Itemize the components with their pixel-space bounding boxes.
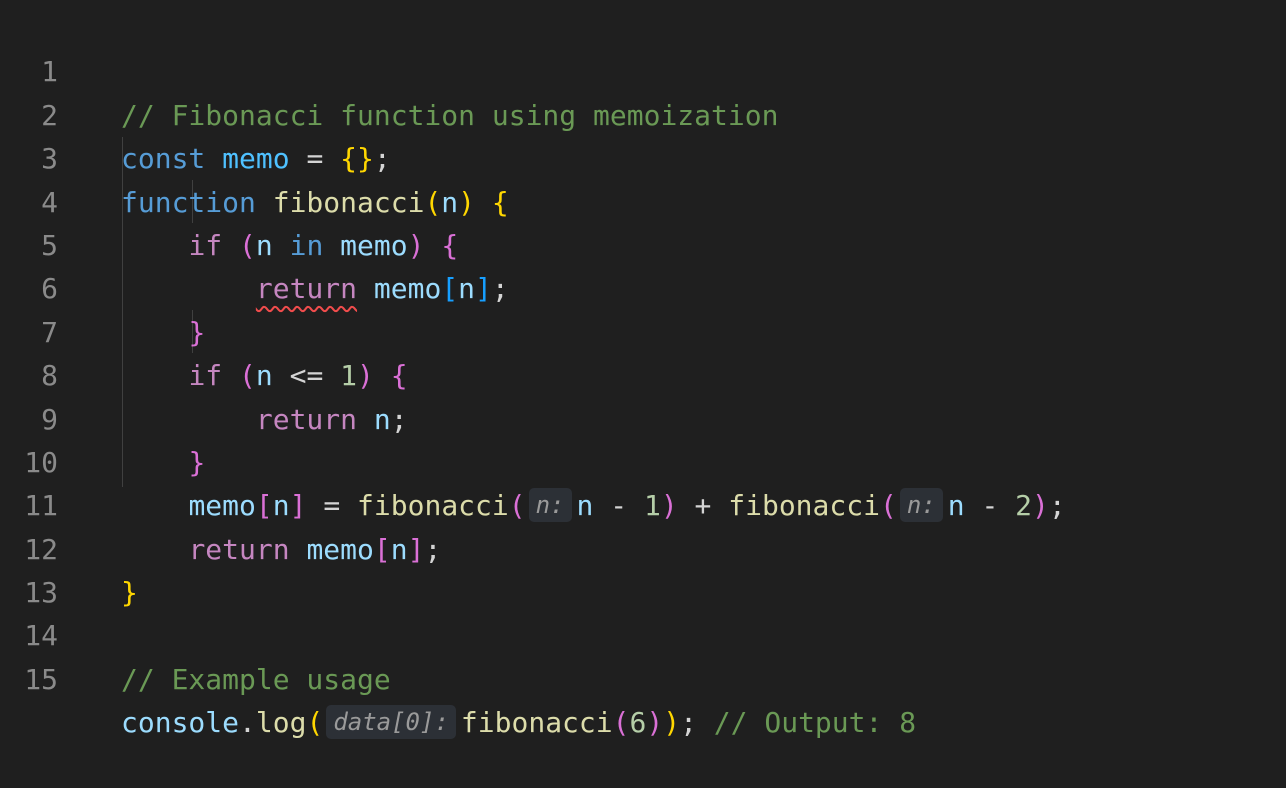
code-line[interactable]: 7 if (n <= 1) { — [0, 267, 1286, 392]
code-line[interactable]: 6 } — [0, 224, 1286, 348]
bracket: ( — [306, 706, 324, 740]
line-number: 15 — [24, 662, 58, 696]
number: 6 — [629, 706, 647, 740]
code-line[interactable]: 5 return memo[n]; — [0, 181, 1286, 305]
code-line[interactable]: 9 } — [0, 354, 1286, 479]
code-line[interactable]: 3 function fibonacci(n) { — [0, 94, 1286, 218]
code-line[interactable]: 11 return memo[n]; — [0, 441, 1286, 565]
method-name: log — [255, 706, 307, 740]
code-line[interactable]: 14 // Example usage — [0, 571, 1286, 695]
code-line[interactable]: 8 return n; — [0, 311, 1286, 435]
code-editor[interactable]: 1 // Fibonacci function using memoizatio… — [0, 7, 1286, 740]
code-line[interactable]: 13 — [0, 528, 1286, 609]
comment: // Output: 8 — [713, 706, 917, 740]
inlay-hint[interactable]: data[0]: — [326, 705, 456, 740]
punctuation: . — [239, 706, 256, 740]
code-line[interactable]: 1 // Fibonacci function using memoizatio… — [0, 7, 1286, 131]
punctuation: ; — [680, 706, 697, 740]
code-line[interactable]: 10 memo[n] = fibonacci(n: n - 1) + fibona… — [0, 398, 1286, 523]
function-name: fibonacci — [460, 706, 613, 740]
code-line[interactable]: 2 const memo = {}; — [0, 50, 1286, 175]
code-line[interactable]: 15 console.log(data[0]: fibonacci(6)); //… — [0, 614, 1286, 740]
identifier: console — [121, 706, 240, 740]
bracket: ) — [646, 706, 664, 740]
comment: // Example usage — [121, 662, 391, 696]
code-line[interactable]: 4 if (n in memo) { — [0, 137, 1286, 262]
code-line[interactable]: 12 } — [0, 484, 1286, 609]
bracket: ( — [612, 706, 630, 740]
bracket: ) — [663, 706, 681, 740]
